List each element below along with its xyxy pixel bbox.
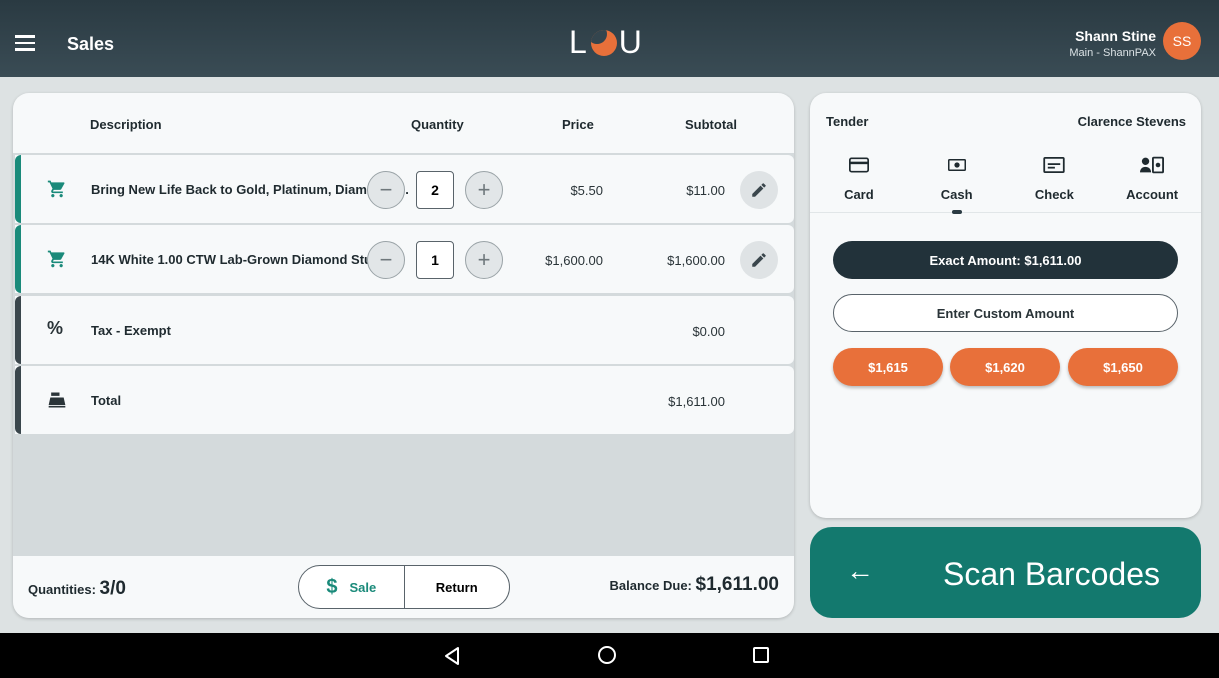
user-location: Main - ShannPAX	[1069, 47, 1156, 59]
dollar-icon: $	[326, 575, 338, 598]
item-price: $1,600.00	[545, 253, 603, 268]
edit-item-button[interactable]	[740, 241, 778, 279]
total-label: Total	[91, 393, 122, 408]
cart-panel: Description Quantity Price Subtotal Brin…	[13, 93, 794, 618]
balance-due: Balance Due: $1,611.00	[610, 574, 779, 596]
col-quantity: Quantity	[411, 117, 464, 132]
increase-quantity-button[interactable]: +	[465, 241, 503, 279]
quick-amount-button[interactable]: $1,650	[1068, 348, 1178, 386]
cash-icon	[908, 153, 1006, 177]
quantity-field[interactable]: 1	[416, 241, 454, 279]
cart-header: Description Quantity Price Subtotal	[13, 93, 794, 153]
scan-barcodes-button[interactable]: ← Scan Barcodes	[810, 527, 1201, 618]
row-indicator	[15, 225, 21, 293]
home-icon[interactable]	[598, 646, 616, 664]
col-description: Description	[90, 117, 162, 132]
row-indicator	[15, 366, 21, 434]
row-indicator	[15, 296, 21, 364]
item-description: Bring New Life Back to Gold, Platinum, D…	[91, 182, 409, 197]
item-subtotal: $1,600.00	[667, 253, 725, 268]
cash-register-icon	[47, 390, 67, 415]
percent-icon: %	[47, 318, 64, 338]
system-nav-bar	[0, 633, 1219, 678]
item-subtotal: $11.00	[686, 183, 725, 198]
user-name: Shann Stine	[1075, 28, 1156, 44]
return-button[interactable]: Return	[405, 566, 510, 608]
row-indicator	[15, 155, 21, 223]
sale-label: Sale	[349, 579, 377, 595]
scan-label: Scan Barcodes	[943, 556, 1161, 592]
return-label: Return	[435, 579, 478, 595]
total-row: Total $1,611.00	[15, 366, 794, 434]
cart-footer: Quantities: 3/0 $ Sale Return Balance Du…	[13, 556, 794, 618]
app-header: Sales LU Shann Stine Main - ShannPAX SS	[0, 0, 1219, 77]
total-amount: $1,611.00	[668, 394, 725, 409]
arrow-left-icon: ←	[846, 555, 874, 586]
exact-amount-button[interactable]: Exact Amount: $1,611.00	[833, 241, 1178, 279]
tab-label: Check	[1034, 187, 1074, 202]
lou-logo: LU	[569, 24, 644, 60]
quantities-value: 3/0	[99, 578, 126, 599]
recent-apps-icon[interactable]	[753, 647, 769, 663]
cart-item-row[interactable]: Bring New Life Back to Gold, Platinum, D…	[15, 155, 794, 223]
custom-amount-button[interactable]: Enter Custom Amount	[833, 294, 1178, 332]
balance-label: Balance Due:	[609, 578, 692, 593]
customer-name[interactable]: Clarence Stevens	[1078, 114, 1186, 129]
sale-return-toggle: $ Sale Return	[298, 565, 510, 609]
tab-label: Card	[844, 187, 874, 202]
cart-item-row[interactable]: 14K White 1.00 CTW Lab-Grown Diamond Stu…	[15, 225, 794, 293]
quick-amount-button[interactable]: $1,615	[833, 348, 943, 386]
col-price: Price	[562, 117, 594, 132]
balance-value: $1,611.00	[695, 574, 779, 595]
tax-row: % Tax - Exempt $0.00	[15, 296, 794, 364]
col-subtotal: Subtotal	[685, 117, 737, 132]
quick-amount-button[interactable]: $1,620	[950, 348, 1060, 386]
tender-tabs: Card Cash Check Account	[810, 153, 1201, 214]
edit-item-button[interactable]	[740, 171, 778, 209]
tab-label: Account	[1126, 187, 1179, 202]
avatar[interactable]: SS	[1163, 22, 1201, 60]
sale-button[interactable]: $ Sale	[299, 566, 405, 608]
tab-cash[interactable]: Cash	[908, 153, 1006, 214]
tab-account[interactable]: Account	[1103, 153, 1201, 212]
menu-icon[interactable]	[15, 35, 35, 51]
quantities-label: Quantities:	[28, 582, 96, 597]
tender-label: Tender	[826, 114, 869, 129]
decrease-quantity-button[interactable]: −	[367, 171, 405, 209]
item-price: $5.50	[570, 183, 603, 198]
account-icon	[1103, 153, 1201, 177]
page-title: Sales	[67, 34, 115, 54]
increase-quantity-button[interactable]: +	[465, 171, 503, 209]
quantity-field[interactable]: 2	[416, 171, 454, 209]
quantities-summary: Quantities: 3/0	[28, 578, 126, 600]
cart-icon	[47, 249, 67, 274]
decrease-quantity-button[interactable]: −	[367, 241, 405, 279]
item-description: 14K White 1.00 CTW Lab-Grown Diamond Stu…	[91, 252, 395, 267]
cart-icon	[47, 179, 67, 204]
check-icon	[1006, 153, 1104, 177]
tab-label: Cash	[940, 187, 973, 202]
card-icon	[810, 153, 908, 177]
tender-panel: Tender Clarence Stevens Card Cash Check …	[810, 93, 1201, 518]
back-icon[interactable]	[443, 646, 461, 671]
pencil-icon	[752, 253, 766, 267]
tab-check[interactable]: Check	[1006, 153, 1104, 212]
tab-card[interactable]: Card	[810, 153, 908, 212]
tax-label: Tax - Exempt	[91, 323, 171, 338]
pencil-icon	[752, 183, 766, 197]
tax-amount: $0.00	[692, 324, 725, 339]
